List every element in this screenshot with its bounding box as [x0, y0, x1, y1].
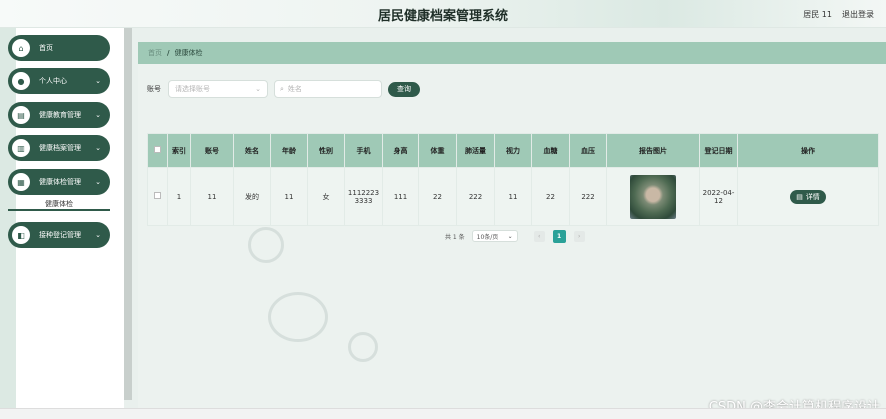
chevron-down-icon: ⌄ [95, 77, 101, 85]
column-header: 报告图片 [606, 133, 700, 168]
breadcrumb-separator: / [167, 49, 170, 57]
query-button[interactable]: 查询 [388, 81, 420, 97]
column-header: 性别 [307, 133, 345, 168]
sidebar-item-health-education[interactable]: ▤ 健康教育管理 ⌄ [8, 102, 110, 128]
detail-button[interactable]: ▤ 详情 [790, 189, 826, 204]
report-image[interactable] [630, 174, 676, 219]
column-header: 视力 [494, 133, 532, 168]
cell-date: 2022-04-12 [699, 167, 738, 226]
table-row: 1 11 发的 11 女 11122233333 111 22 222 11 2… [147, 167, 879, 226]
decoration-bubble [348, 332, 378, 362]
current-user[interactable]: 居民 11 [803, 9, 832, 20]
cell-report-image [606, 167, 700, 226]
sidebar-item-label: 接种登记管理 [39, 231, 81, 239]
home-icon: ⌂ [12, 39, 30, 57]
sidebar-subitem-health-checkup[interactable]: 健康体检 [8, 197, 110, 211]
page-size-value: 10条/页 [476, 233, 499, 241]
cell-phone: 11122233333 [344, 167, 383, 226]
sidebar: ⌂ 首页 ● 个人中心 ⌄ ▤ 健康教育管理 ⌄ ▥ 健康档案管理 ⌄ ▦ 健康… [0, 28, 124, 408]
account-select-placeholder: 请选择账号 [175, 85, 210, 93]
decoration-bubble [248, 227, 284, 263]
chevron-down-icon: ⌄ [95, 231, 101, 239]
sidebar-item-label: 首页 [39, 44, 53, 52]
sidebar-item-personal-center[interactable]: ● 个人中心 ⌄ [8, 68, 110, 94]
sidebar-item-health-checkup[interactable]: ▦ 健康体检管理 ⌄ [8, 169, 110, 195]
cell-weight: 22 [418, 167, 457, 226]
column-header: 账号 [190, 133, 234, 168]
select-all-checkbox[interactable] [154, 146, 161, 153]
clipboard-icon: ◧ [12, 226, 30, 244]
column-header: 体重 [418, 133, 457, 168]
row-select-cell[interactable] [147, 167, 168, 226]
cell-gender: 女 [307, 167, 345, 226]
name-search-placeholder: 姓名 [287, 85, 302, 93]
search-icon: ⌕ [280, 84, 284, 93]
account-filter-label: 账号 [147, 85, 161, 93]
cell-blood-sugar: 22 [531, 167, 570, 226]
column-header: 血压 [569, 133, 607, 168]
top-header: 居民健康档案管理系统 居民 11 退出登录 [0, 0, 886, 28]
cell-actions: ▤ 详情 [737, 167, 879, 226]
column-header: 操作 [737, 133, 879, 168]
bottom-bar [0, 408, 886, 419]
sidebar-item-home[interactable]: ⌂ 首页 [8, 35, 110, 61]
breadcrumb: 首页 / 健康体检 [138, 42, 886, 64]
search-bar: 账号 请选择账号 ⌄ ⌕ 姓名 查询 [147, 80, 420, 98]
page-number-button[interactable]: 1 [552, 229, 566, 243]
table-header-row: 索引 账号 姓名 年龄 性别 手机 身高 体重 肺活量 视力 血糖 血压 报告图… [147, 133, 879, 168]
person-icon: ● [12, 72, 30, 90]
sidebar-item-vaccination[interactable]: ◧ 接种登记管理 ⌄ [8, 222, 110, 248]
pagination-total: 共 1 条 [445, 233, 465, 241]
chevron-down-icon: ⌄ [95, 178, 101, 186]
column-header: 肺活量 [456, 133, 495, 168]
sidebar-item-label: 个人中心 [39, 77, 67, 85]
chevron-down-icon: ⌄ [255, 85, 261, 93]
book-icon: ▤ [12, 106, 30, 124]
column-header: 年龄 [270, 133, 308, 168]
select-all-cell[interactable] [147, 133, 168, 168]
main-content: 首页 / 健康体检 账号 请选择账号 ⌄ ⌕ 姓名 查询 索引 账号 姓名 年龄… [138, 42, 886, 408]
pagination: 共 1 条 10条/页 ⌄ ‹ 1 › [445, 229, 593, 243]
column-header: 血糖 [531, 133, 570, 168]
cell-vision: 11 [494, 167, 532, 226]
chevron-down-icon: ⌄ [95, 111, 101, 119]
cell-name: 发的 [233, 167, 271, 226]
column-header: 登记日期 [699, 133, 738, 168]
checkup-table: 索引 账号 姓名 年龄 性别 手机 身高 体重 肺活量 视力 血糖 血压 报告图… [147, 133, 879, 226]
column-header: 索引 [167, 133, 191, 168]
cell-account: 11 [190, 167, 234, 226]
column-header: 姓名 [233, 133, 271, 168]
page-size-select[interactable]: 10条/页 ⌄ [471, 230, 518, 242]
grid-icon: ▦ [12, 173, 30, 191]
cell-blood-pressure: 222 [569, 167, 607, 226]
logout-link[interactable]: 退出登录 [842, 9, 874, 20]
breadcrumb-current: 健康体检 [174, 49, 203, 57]
sidebar-scrollbar[interactable] [124, 28, 132, 400]
account-select[interactable]: 请选择账号 ⌄ [168, 80, 268, 98]
prev-page-button[interactable]: ‹ [533, 230, 545, 242]
cell-vital-capacity: 222 [456, 167, 495, 226]
cell-height: 111 [382, 167, 419, 226]
decoration-bubble [268, 292, 328, 342]
sidebar-item-label: 健康档案管理 [39, 144, 81, 152]
chevron-down-icon: ⌄ [95, 144, 101, 152]
cell-age: 11 [270, 167, 308, 226]
detail-button-label: 详情 [805, 192, 820, 201]
row-checkbox[interactable] [154, 192, 161, 199]
column-header: 身高 [382, 133, 419, 168]
cell-index: 1 [167, 167, 191, 226]
document-icon: ▤ [796, 192, 803, 201]
column-header: 手机 [344, 133, 383, 168]
folder-icon: ▥ [12, 139, 30, 157]
sidebar-item-health-records[interactable]: ▥ 健康档案管理 ⌄ [8, 135, 110, 161]
system-title: 居民健康档案管理系统 [377, 9, 508, 24]
chevron-down-icon: ⌄ [507, 232, 513, 240]
next-page-button[interactable]: › [573, 230, 585, 242]
sidebar-item-label: 健康教育管理 [39, 111, 81, 119]
sidebar-item-label: 健康体检管理 [39, 178, 81, 186]
breadcrumb-home[interactable]: 首页 [148, 48, 162, 58]
name-search-input[interactable]: ⌕ 姓名 [274, 80, 382, 98]
